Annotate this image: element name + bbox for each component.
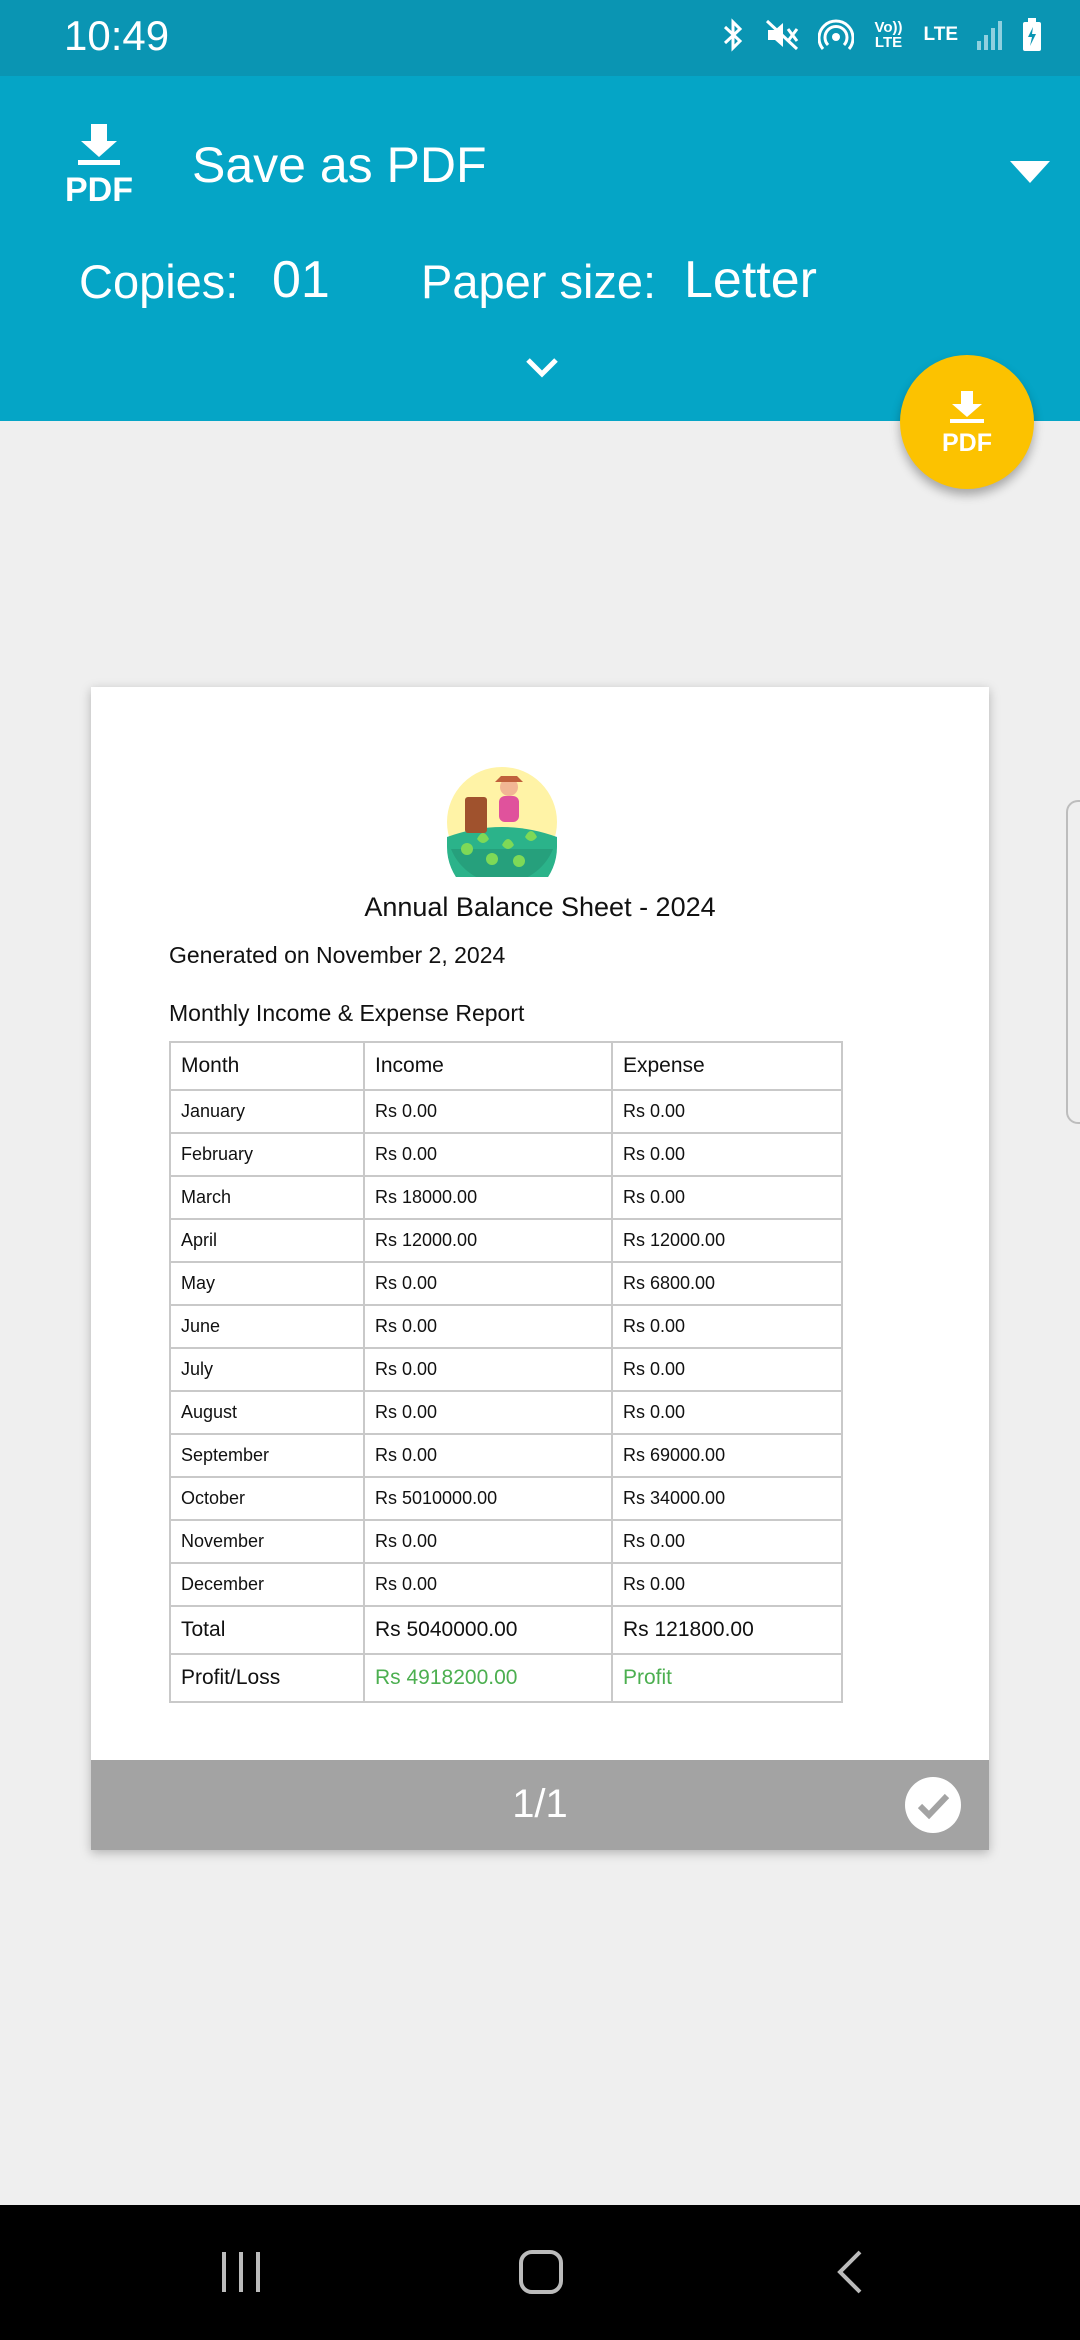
month-cell: March <box>169 1175 365 1220</box>
battery-icon <box>1023 18 1041 51</box>
home-icon[interactable] <box>518 2249 564 2295</box>
copies-value[interactable]: 01 <box>272 250 330 310</box>
profit-loss-label: Profit/Loss <box>169 1653 365 1703</box>
navigation-bar <box>0 2205 1080 2340</box>
paper-size-label: Paper size: <box>421 255 657 308</box>
download-pdf-icon: PDF <box>942 391 992 455</box>
expense-cell: Rs 0.00 <box>611 1347 843 1392</box>
generated-date: Generated on November 2, 2024 <box>169 942 506 968</box>
income-expense-table: Month Income Expense January Rs 0.00 Rs 0.… <box>169 1041 843 1703</box>
expand-options-icon[interactable] <box>524 356 560 380</box>
report-subtitle: Monthly Income & Expense Report <box>169 1000 525 1026</box>
profit-loss-status: Profit <box>611 1653 843 1703</box>
save-pdf-button[interactable]: PDF <box>900 355 1034 489</box>
income-cell: Rs 0.00 <box>363 1347 613 1392</box>
income-cell: Rs 18000.00 <box>363 1175 613 1220</box>
table-row: September Rs 0.00 Rs 69000.00 <box>169 1433 843 1478</box>
table-row: July Rs 0.00 Rs 0.00 <box>169 1347 843 1392</box>
month-cell: November <box>169 1519 365 1564</box>
table-row: April Rs 12000.00 Rs 12000.00 <box>169 1218 843 1263</box>
page-preview[interactable]: Annual Balance Sheet - 2024 Generated on… <box>91 687 989 1850</box>
farmer-logo-icon <box>447 767 557 877</box>
bluetooth-icon <box>723 18 742 52</box>
printer-title[interactable]: Save as PDF <box>192 136 487 194</box>
expense-cell: Rs 0.00 <box>611 1519 843 1564</box>
income-cell: Rs 0.00 <box>363 1132 613 1177</box>
expense-cell: Rs 6800.00 <box>611 1261 843 1306</box>
page-select-checkbox[interactable] <box>905 1777 961 1833</box>
table-header-row: Month Income Expense <box>169 1041 843 1091</box>
page-indicator: 1/1 <box>512 1782 568 1826</box>
copies-label: Copies: <box>79 255 239 308</box>
income-cell: Rs 0.00 <box>363 1433 613 1478</box>
expense-cell: Rs 0.00 <box>611 1089 843 1134</box>
month-cell: June <box>169 1304 365 1349</box>
income-cell: Rs 12000.00 <box>363 1218 613 1263</box>
month-cell: September <box>169 1433 365 1478</box>
page-footer-bar: 1/1 <box>91 1760 989 1850</box>
table-row: November Rs 0.00 Rs 0.00 <box>169 1519 843 1564</box>
table-row: May Rs 0.00 Rs 6800.00 <box>169 1261 843 1306</box>
income-cell: Rs 5010000.00 <box>363 1476 613 1521</box>
check-icon <box>917 1793 950 1820</box>
clock: 10:49 <box>64 12 170 59</box>
profit-loss-row: Profit/Loss Rs 4918200.00 Profit <box>169 1653 843 1703</box>
expense-cell: Rs 0.00 <box>611 1390 843 1435</box>
expense-cell: Rs 0.00 <box>611 1304 843 1349</box>
table-row: February Rs 0.00 Rs 0.00 <box>169 1132 843 1177</box>
recents-icon[interactable] <box>218 2249 264 2295</box>
pdf-icon-label: PDF <box>65 171 133 209</box>
fab-label: PDF <box>942 429 992 455</box>
expense-cell: Rs 69000.00 <box>611 1433 843 1478</box>
total-row: Total Rs 5040000.00 Rs 121800.00 <box>169 1605 843 1655</box>
expense-cell: Rs 0.00 <box>611 1175 843 1220</box>
signal-icon <box>977 21 1002 50</box>
month-cell: July <box>169 1347 365 1392</box>
column-header: Expense <box>611 1041 843 1091</box>
expense-cell: Rs 0.00 <box>611 1562 843 1607</box>
month-cell: April <box>169 1218 365 1263</box>
table-row: December Rs 0.00 Rs 0.00 <box>169 1562 843 1607</box>
column-header: Month <box>169 1041 365 1091</box>
table-row: October Rs 5010000.00 Rs 34000.00 <box>169 1476 843 1521</box>
hotspot-icon <box>817 19 854 50</box>
expense-cell: Rs 12000.00 <box>611 1218 843 1263</box>
month-cell: August <box>169 1390 365 1435</box>
income-cell: Rs 0.00 <box>363 1089 613 1134</box>
total-expense: Rs 121800.00 <box>611 1605 843 1655</box>
month-cell: January <box>169 1089 365 1134</box>
month-cell: October <box>169 1476 365 1521</box>
table-row: January Rs 0.00 Rs 0.00 <box>169 1089 843 1134</box>
income-cell: Rs 0.00 <box>363 1519 613 1564</box>
month-cell: December <box>169 1562 365 1607</box>
pdf-download-icon: PDF <box>62 124 136 210</box>
paper-size-value[interactable]: Letter <box>684 250 817 310</box>
table-row: June Rs 0.00 Rs 0.00 <box>169 1304 843 1349</box>
lte-icon: LTE <box>923 24 958 45</box>
mute-icon <box>765 19 798 51</box>
total-label: Total <box>169 1605 365 1655</box>
table-row: March Rs 18000.00 Rs 0.00 <box>169 1175 843 1220</box>
table-row: August Rs 0.00 Rs 0.00 <box>169 1390 843 1435</box>
document-title: Annual Balance Sheet - 2024 <box>364 892 716 922</box>
status-icons: Vo)) LTE LTE <box>720 18 1042 52</box>
income-cell: Rs 0.00 <box>363 1261 613 1306</box>
income-cell: Rs 0.00 <box>363 1304 613 1349</box>
month-cell: February <box>169 1132 365 1177</box>
scroll-handle[interactable] <box>1066 800 1080 1124</box>
status-bar: 10:49 Vo)) LTE LTE <box>0 0 1080 76</box>
volte-icon: Vo)) LTE <box>874 19 903 51</box>
expense-cell: Rs 0.00 <box>611 1132 843 1177</box>
income-cell: Rs 0.00 <box>363 1562 613 1607</box>
month-cell: May <box>169 1261 365 1306</box>
income-cell: Rs 0.00 <box>363 1390 613 1435</box>
printer-dropdown-icon[interactable] <box>1010 161 1050 183</box>
total-income: Rs 5040000.00 <box>363 1605 613 1655</box>
column-header: Income <box>363 1041 613 1091</box>
back-icon[interactable] <box>828 2249 874 2295</box>
profit-loss-value: Rs 4918200.00 <box>363 1653 613 1703</box>
expense-cell: Rs 34000.00 <box>611 1476 843 1521</box>
print-header: PDF Save as PDF Copies: 01 Paper size: L… <box>0 76 1080 421</box>
